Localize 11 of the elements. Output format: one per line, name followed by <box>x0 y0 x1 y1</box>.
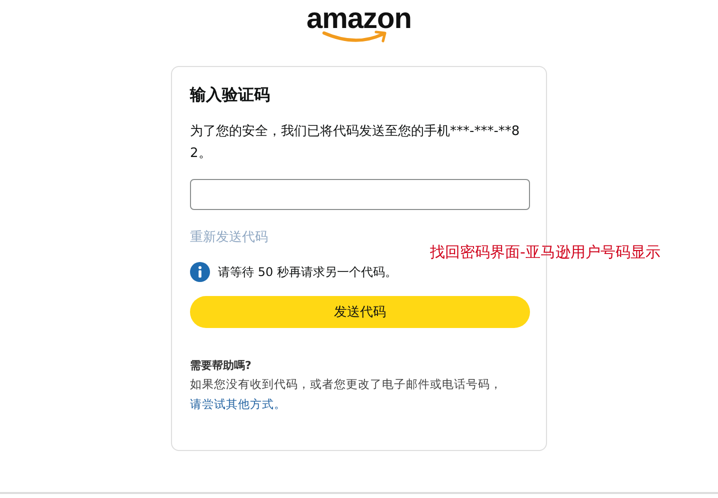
card-title: 输入验证码 <box>190 84 271 106</box>
send-code-button[interactable]: 发送代码 <box>190 296 530 328</box>
help-text: 如果您没有收到代码，或者您更改了电子邮件或电话号码， 请尝试其他方式。 <box>190 376 503 413</box>
help-heading: 需要帮助嗎? <box>190 358 252 374</box>
message-text: 为了您的安全，我们已将代码发送至您的手机***-***-**82。 <box>190 123 521 163</box>
try-other-way-link[interactable]: 请尝试其他方式。 <box>190 397 286 411</box>
info-icon <box>190 262 210 282</box>
code-input-field[interactable] <box>190 179 530 210</box>
annotation-text: 找回密码界面-亚马逊用户号码显示 <box>430 243 660 262</box>
notice-text: 请等待 50 秒再请求另一个代码。 <box>218 264 397 280</box>
logo: amazon <box>306 4 412 44</box>
